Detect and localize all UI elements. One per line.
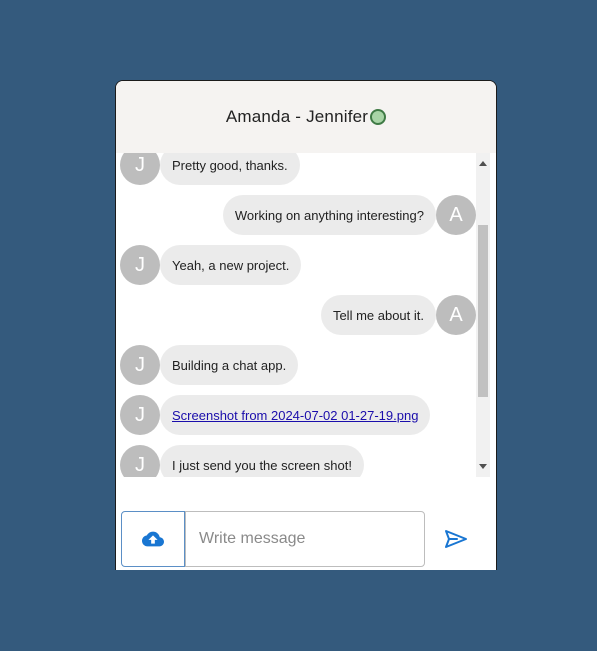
message-bubble: Tell me about it. [320,295,436,335]
avatar: J [120,345,160,385]
chat-window: Amanda - Jennifer J Pretty good, thanks.… [115,80,497,570]
message-row: J Pretty good, thanks. [120,153,300,185]
message-bubble: Screenshot from 2024-07-02 01-27-19.png [160,395,431,435]
message-row: Working on anything interesting? A [222,195,476,235]
message-input[interactable] [185,511,425,567]
message-bubble: Yeah, a new project. [160,245,302,285]
message-bubble: Working on anything interesting? [222,195,436,235]
avatar: A [436,295,476,335]
message-row: J I just send you the screen shot! [120,445,364,477]
message-list-scrollbar[interactable] [476,153,490,477]
upload-button[interactable] [121,511,185,567]
avatar: J [120,395,160,435]
send-icon [445,530,467,548]
cloud-upload-icon [142,531,164,547]
message-bubble: Building a chat app. [160,345,299,385]
avatar: J [120,445,160,477]
attachment-link[interactable]: Screenshot from 2024-07-02 01-27-19.png [172,408,418,423]
chat-title: Amanda - Jennifer [225,107,369,126]
message-bubble: I just send you the screen shot! [160,445,364,477]
chat-header: Amanda - Jennifer [116,81,496,153]
message-row: Tell me about it. A [320,295,476,335]
message-composer [116,501,496,570]
message-row: J Building a chat app. [120,345,299,385]
avatar: A [436,195,476,235]
online-status-icon [370,109,387,125]
scroll-down-arrow-icon[interactable] [479,464,487,469]
message-row: J Screenshot from 2024-07-02 01-27-19.pn… [120,395,431,435]
scroll-up-arrow-icon[interactable] [479,161,487,166]
scrollbar-thumb[interactable] [478,225,488,397]
avatar: J [120,245,160,285]
avatar: J [120,153,160,185]
message-bubble: Pretty good, thanks. [160,153,300,185]
message-row: J Yeah, a new project. [120,245,302,285]
message-list[interactable]: J Pretty good, thanks. Working on anythi… [116,153,476,477]
send-button[interactable] [438,521,474,557]
